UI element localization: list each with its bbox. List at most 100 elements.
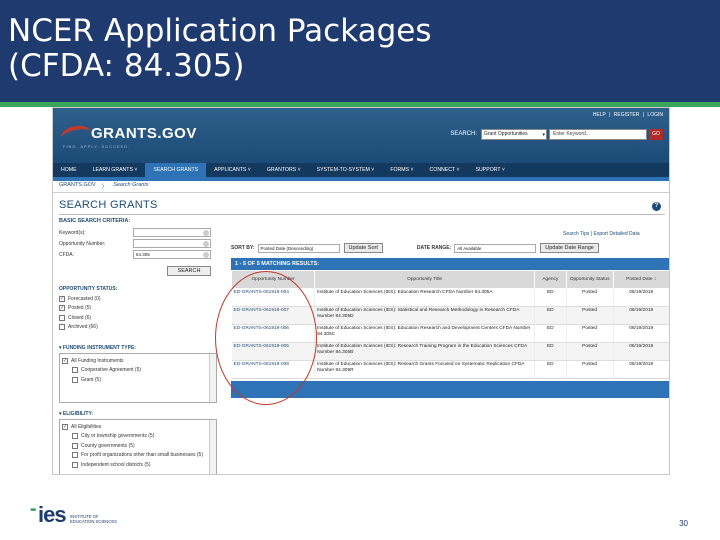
checkbox[interactable]: ✓ [59,295,65,302]
keywords-input[interactable] [133,228,211,237]
divider [59,214,665,215]
eligibility-county-checkbox[interactable]: County governments (5) [62,441,214,451]
eligibility-school-districts-checkbox[interactable]: Independent school districts (5) [62,460,214,470]
cfda-input[interactable]: 84.305 [133,250,211,259]
column-header[interactable]: Opportunity Status [565,270,614,289]
checkbox[interactable] [59,324,65,331]
nav-grantors[interactable]: GRANTORS ˅ [259,163,309,177]
nav-home[interactable]: HOME [53,163,85,177]
checkbox[interactable] [72,376,78,383]
opportunity-title-link[interactable]: Institute of Education Sciences (IES): R… [314,342,536,361]
main-nav: HOME LEARN GRANTS ˅ SEARCH GRANTS APPLIC… [53,163,669,177]
table-cell-status: Posted [566,288,614,307]
status-archived-checkbox[interactable]: Archived (66) [59,323,217,333]
clear-icon[interactable] [203,241,209,247]
checkbox-label: County governments (5) [81,442,135,449]
breadcrumb-home[interactable]: GRANTS.GOV [59,182,96,192]
search-tips-export-links[interactable]: Search Tips | Export Detailed Data [563,231,640,237]
status-posted-checkbox[interactable]: ✓ Posted (5) [59,304,217,314]
table-cell-posted: 06/19/2019 [613,342,669,361]
nav-search-grants[interactable]: SEARCH GRANTS [145,163,207,177]
site-header: GRANTS.GOV FIND. APPLY. SUCCEED. HELP | … [53,108,669,163]
checkbox[interactable] [59,314,65,321]
status-forecasted-checkbox[interactable]: ✓ Forecasted (0) [59,294,217,304]
date-range-select[interactable]: All Available [454,243,537,253]
nav-underline [53,177,669,181]
eligibility-all-checkbox[interactable]: ✓ All Eligibilities [62,422,214,432]
sort-by-select[interactable]: Posted Date (Descending) [257,243,340,253]
nav-system-to-system[interactable]: SYSTEM-TO-SYSTEM ˅ [309,163,383,177]
opportunity-status-filter: OPPORTUNITY STATUS: ✓ Forecasted (0) ✓ Pos… [59,286,217,332]
nav-forms[interactable]: FORMS ˅ [382,163,421,177]
checkbox[interactable] [72,433,78,440]
table-cell-agency: ED [534,288,567,307]
funding-all-checkbox[interactable]: ✓ All Funding Instruments [62,356,214,366]
ies-logo-dots: ••• [30,505,36,516]
checkbox[interactable]: ✓ [62,357,68,364]
search-button[interactable]: SEARCH [167,266,211,276]
nav-applicants[interactable]: APPLICANTS ˅ [206,163,259,177]
page-title: SEARCH GRANTS [59,199,158,211]
opportunity-title-link[interactable]: Institute of Education Sciences (IES): E… [314,324,536,343]
nav-support[interactable]: SUPPORT ˅ [468,163,513,177]
funding-cooperative-agreement-checkbox[interactable]: Cooperative Agreement (5) [62,366,214,376]
update-sort-button[interactable]: Update Sort [343,243,383,253]
table-cell-close: 08/29/2019 [669,361,670,379]
column-header[interactable]: Close Date [668,270,669,289]
table-cell-close: 09/25/2019 [669,325,670,343]
ies-logo-mark: ies [38,502,67,527]
column-header[interactable]: Opportunity Title [314,270,536,289]
opportunity-title-link[interactable]: Institute of Education Sciences (IES): S… [314,306,536,325]
search-scope-select[interactable]: Grant Opportunities ▾ [481,128,547,140]
opportunity-number-label: Opportunity Number: [59,240,106,247]
eligibility-list[interactable]: ✓ All Eligibilities City or township gove… [59,419,217,474]
update-date-range-button[interactable]: Update Date Range [540,243,599,253]
table-cell-close: 08/29/2019 [669,307,670,325]
table-cell-close: 08/29/2019 [669,343,670,361]
checkbox-label: Archived (66) [68,324,98,331]
nav-connect[interactable]: CONNECT ˅ [422,163,468,177]
eligibility-for-profit-checkbox[interactable]: For profit organizations other than smal… [62,451,214,461]
table-cell-agency: ED [534,324,567,343]
funding-instrument-list[interactable]: ✓ All Funding Instruments Cooperative Agr… [59,353,217,403]
slide-title: NCER Application Packages (CFDA: 84.305) [8,14,432,84]
checkbox[interactable] [72,367,78,374]
checkbox-label: Closed (6) [68,314,92,321]
clear-icon[interactable] [203,252,209,258]
help-register-login-links[interactable]: HELP | REGISTER | LOGIN [593,112,663,118]
opportunity-title-link[interactable]: Institute of Education Sciences (IES): E… [314,288,536,307]
opportunity-number-input[interactable] [133,239,211,248]
checkbox[interactable] [72,461,78,468]
checkbox[interactable]: ✓ [62,423,68,430]
grants-gov-logo[interactable]: GRANTS.GOV FIND. APPLY. SUCCEED. [59,122,211,150]
table-cell-agency: ED [534,306,567,325]
opportunity-title-link[interactable]: Institute of Education Sciences (IES): R… [314,360,536,379]
results-count: 1 - 5 OF 5 MATCHING RESULTS: [231,258,669,270]
keyword-search-input[interactable]: Enter Keyword... [549,128,647,140]
funding-instrument-heading[interactable]: ▾ FUNDING INSTRUMENT TYPE: [59,345,217,351]
keywords-label: Keyword(s): [59,229,86,236]
slide: NCER Application Packages (CFDA: 84.305)… [0,0,720,540]
checkbox[interactable]: ✓ [59,305,65,312]
checkbox[interactable] [72,442,78,449]
table-cell-close: 08/29/2019 [669,289,670,307]
table-cell-status: Posted [566,306,614,325]
go-button[interactable]: GO [649,128,663,140]
nav-learn-grants[interactable]: LEARN GRANTS ˅ [85,163,146,177]
funding-grant-checkbox[interactable]: Grant (5) [62,375,214,385]
status-closed-checkbox[interactable]: Closed (6) [59,313,217,323]
site-search: SEARCH: Grant Opportunities ▾ Enter Keyw… [450,128,663,140]
help-icon[interactable]: ? [652,202,661,211]
scrollbar[interactable] [209,354,216,402]
table-cell-posted: 06/19/2019 [613,360,669,379]
clear-icon[interactable] [203,230,209,236]
column-header[interactable]: Agency [534,270,567,289]
checkbox[interactable] [72,452,78,459]
column-header[interactable]: Posted Date ↕ [612,270,669,289]
scrollbar[interactable] [209,420,216,474]
table-cell-agency: ED [534,342,567,361]
eligibility-city-checkbox[interactable]: City or township governments (5) [62,432,214,442]
eligibility-heading[interactable]: ▾ ELIGIBILITY: [59,411,217,417]
ies-logo: ••• ies INSTITUTE OF EDUCATION SCIENCES [30,503,140,529]
cfda-value: 84.305 [136,252,150,257]
